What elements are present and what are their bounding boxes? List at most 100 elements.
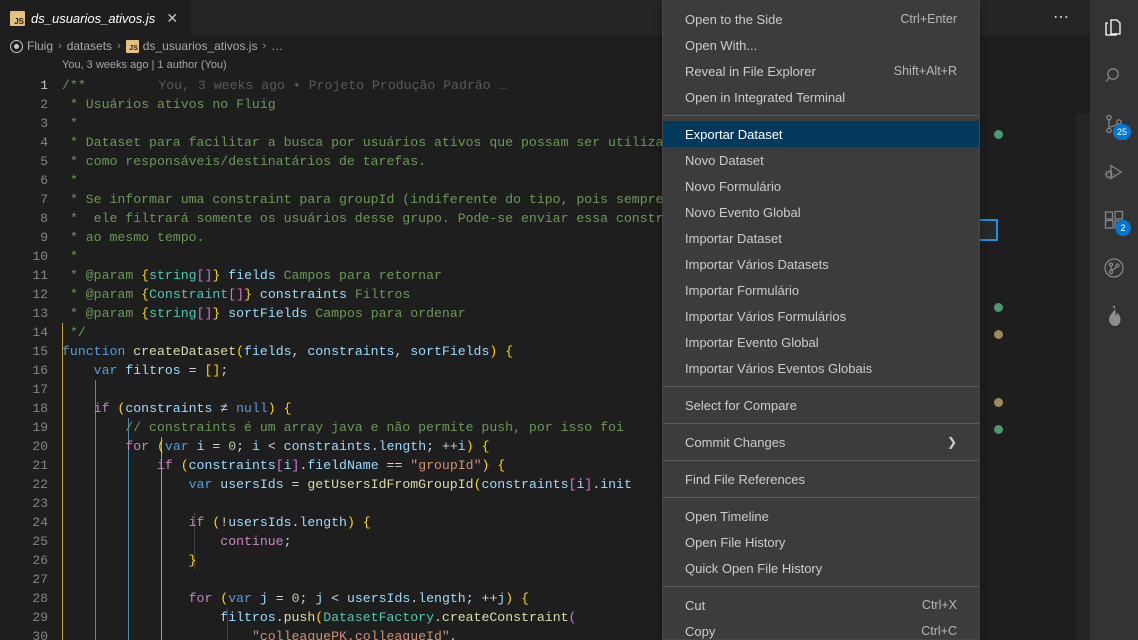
code-line: filtros.push(DatasetFactory.createConstr… xyxy=(220,610,577,625)
tab-bar-actions: ⋯ xyxy=(1047,0,1090,35)
menu-item-label: Importar Dataset xyxy=(685,230,782,246)
code-line: var filtros = []; xyxy=(93,363,229,378)
overview-ruler[interactable] xyxy=(888,114,1090,640)
code-line: // constraints é um array java e não per… xyxy=(62,420,624,435)
overview-marker xyxy=(994,398,1003,407)
code-line: function createDataset(fields, constrain… xyxy=(62,344,514,359)
menu-item-cut[interactable]: Cut Ctrl+X xyxy=(663,592,979,618)
menu-item-importar-v-rios-datasets[interactable]: Importar Vários Datasets xyxy=(663,251,979,277)
menu-item-label: Open With... xyxy=(685,37,758,53)
menu-item-copy[interactable]: Copy Ctrl+C xyxy=(663,618,979,639)
line-number: 15 xyxy=(32,344,48,359)
menu-item-open-in-integrated-terminal[interactable]: Open in Integrated Terminal xyxy=(663,84,979,110)
line-number: 21 xyxy=(32,458,48,473)
run-and-debug-icon[interactable] xyxy=(1090,148,1138,196)
chevron-right-icon: ❯ xyxy=(946,435,957,449)
menu-item-label: Select for Compare xyxy=(685,397,797,413)
menu-item-importar-dataset[interactable]: Importar Dataset xyxy=(663,225,979,251)
code-line: for (var i = 0; i < constraints.length; … xyxy=(125,439,490,454)
overview-marker xyxy=(994,330,1003,339)
code-line: * xyxy=(62,173,78,188)
breadcrumb-separator: › xyxy=(58,40,62,52)
code-line: * xyxy=(62,249,78,264)
menu-item-open-with[interactable]: Open With... xyxy=(663,32,979,58)
menu-item-importar-v-rios-formul-rios[interactable]: Importar Vários Formulários xyxy=(663,303,979,329)
overview-marker xyxy=(994,425,1003,434)
menu-item-label: Open in Integrated Terminal xyxy=(685,89,846,105)
search-icon[interactable] xyxy=(1090,52,1138,100)
menu-item-shortcut: Ctrl+Enter xyxy=(900,12,957,26)
editor-tab-ds-usuarios-ativos[interactable]: JS ds_usuarios_ativos.js ✕ xyxy=(0,0,193,35)
menu-item-find-file-references[interactable]: Find File References xyxy=(663,466,979,492)
code-line: * Se informar uma constraint para groupI… xyxy=(62,192,704,207)
breadcrumb-item-fluig[interactable]: Fluig xyxy=(10,39,53,53)
code-line: */ xyxy=(62,325,86,340)
menu-item-label: Find File References xyxy=(685,471,805,487)
menu-item-label: Cut xyxy=(685,597,706,613)
code-line: * ele filtrará somente os usuários desse… xyxy=(62,211,696,226)
overview-marker xyxy=(994,130,1003,139)
line-number: 20 xyxy=(32,439,48,454)
breadcrumb-item-datasets[interactable]: datasets xyxy=(67,39,112,53)
code-line: * ao mesmo tempo. xyxy=(62,230,205,245)
menu-item-commit-changes[interactable]: Commit Changes ❯ xyxy=(663,429,979,455)
line-number: 2 xyxy=(40,97,48,112)
js-file-icon: JS xyxy=(10,10,25,26)
vscode-window: JS ds_usuarios_ativos.js ✕ ⋯ Fluig › dat… xyxy=(0,0,1138,640)
scrollbar[interactable] xyxy=(1076,114,1090,640)
menu-item-open-to-the-side[interactable]: Open to the Side Ctrl+Enter xyxy=(663,6,979,32)
breadcrumb-item-file[interactable]: JS ds_usuarios_ativos.js xyxy=(125,39,257,53)
line-number: 12 xyxy=(32,287,48,302)
code-line: if (constraints[i].fieldName == "groupId… xyxy=(156,458,506,473)
menu-item-shortcut: Ctrl+X xyxy=(921,598,957,612)
line-number: 5 xyxy=(40,154,48,169)
context-menu[interactable]: Open to the Side Ctrl+Enter Open With... Re… xyxy=(662,0,980,640)
more-actions-icon[interactable]: ⋯ xyxy=(1047,9,1076,27)
menu-item-label: Importar Vários Datasets xyxy=(685,256,829,272)
menu-item-shortcut: Shift+Alt+R xyxy=(893,64,957,78)
close-icon[interactable]: ✕ xyxy=(163,9,181,27)
code-line: } xyxy=(188,553,197,568)
line-number: 16 xyxy=(32,363,48,378)
menu-item-novo-dataset[interactable]: Novo Dataset xyxy=(663,147,979,173)
gitlens-icon[interactable] xyxy=(1090,244,1138,292)
menu-item-reveal-in-file-explorer[interactable]: Reveal in File Explorer Shift+Alt+R xyxy=(663,58,979,84)
menu-item-novo-evento-global[interactable]: Novo Evento Global xyxy=(663,199,979,225)
source-control-icon[interactable]: 25 xyxy=(1090,100,1138,148)
menu-item-importar-v-rios-eventos-globais[interactable]: Importar Vários Eventos Globais xyxy=(663,355,979,381)
menu-item-quick-open-file-history[interactable]: Quick Open File History xyxy=(663,555,979,581)
menu-item-label: Open Timeline xyxy=(685,508,769,524)
code-line: * como responsáveis/destinatários de tar… xyxy=(62,154,427,169)
flame-icon[interactable] xyxy=(1090,292,1138,340)
line-number: 13 xyxy=(32,306,48,321)
explorer-icon[interactable] xyxy=(1090,4,1138,52)
menu-item-importar-evento-global[interactable]: Importar Evento Global xyxy=(663,329,979,355)
menu-separator xyxy=(663,460,979,461)
line-number: 27 xyxy=(32,572,48,587)
menu-item-label: Novo Dataset xyxy=(685,152,764,168)
menu-item-label: Novo Formulário xyxy=(685,178,782,194)
code-line: * @param {string[]} fields Campos para r… xyxy=(62,268,442,283)
extensions-icon[interactable]: 2 xyxy=(1090,196,1138,244)
code-line: /** You, 3 weeks ago • Projeto Produção P… xyxy=(62,78,507,93)
code-line: if (!usersIds.length) { xyxy=(188,515,371,530)
line-number: 4 xyxy=(40,135,48,150)
line-number: 7 xyxy=(40,192,48,207)
code-line: for (var j = 0; j < usersIds.length; ++j… xyxy=(188,591,530,606)
menu-separator xyxy=(663,386,979,387)
menu-item-shortcut: Ctrl+C xyxy=(921,624,957,638)
code-line: * @param {Constraint[]} constraints Filt… xyxy=(62,287,411,302)
menu-item-label: Reveal in File Explorer xyxy=(685,63,816,79)
menu-item-label: Copy xyxy=(685,623,716,639)
breadcrumb-item-symbol[interactable]: … xyxy=(271,39,283,53)
menu-item-open-file-history[interactable]: Open File History xyxy=(663,529,979,555)
menu-item-importar-formul-rio[interactable]: Importar Formulário xyxy=(663,277,979,303)
menu-item-exportar-dataset[interactable]: Exportar Dataset xyxy=(663,121,979,147)
menu-item-select-for-compare[interactable]: Select for Compare xyxy=(663,392,979,418)
menu-item-open-timeline[interactable]: Open Timeline xyxy=(663,503,979,529)
menu-item-label: Importar Vários Eventos Globais xyxy=(685,360,873,376)
menu-item-novo-formul-rio[interactable]: Novo Formulário xyxy=(663,173,979,199)
code-line: * @param {string[]} sortFields Campos pa… xyxy=(62,306,466,321)
js-file-icon: JS xyxy=(125,39,139,53)
code-line: continue; xyxy=(220,534,292,549)
